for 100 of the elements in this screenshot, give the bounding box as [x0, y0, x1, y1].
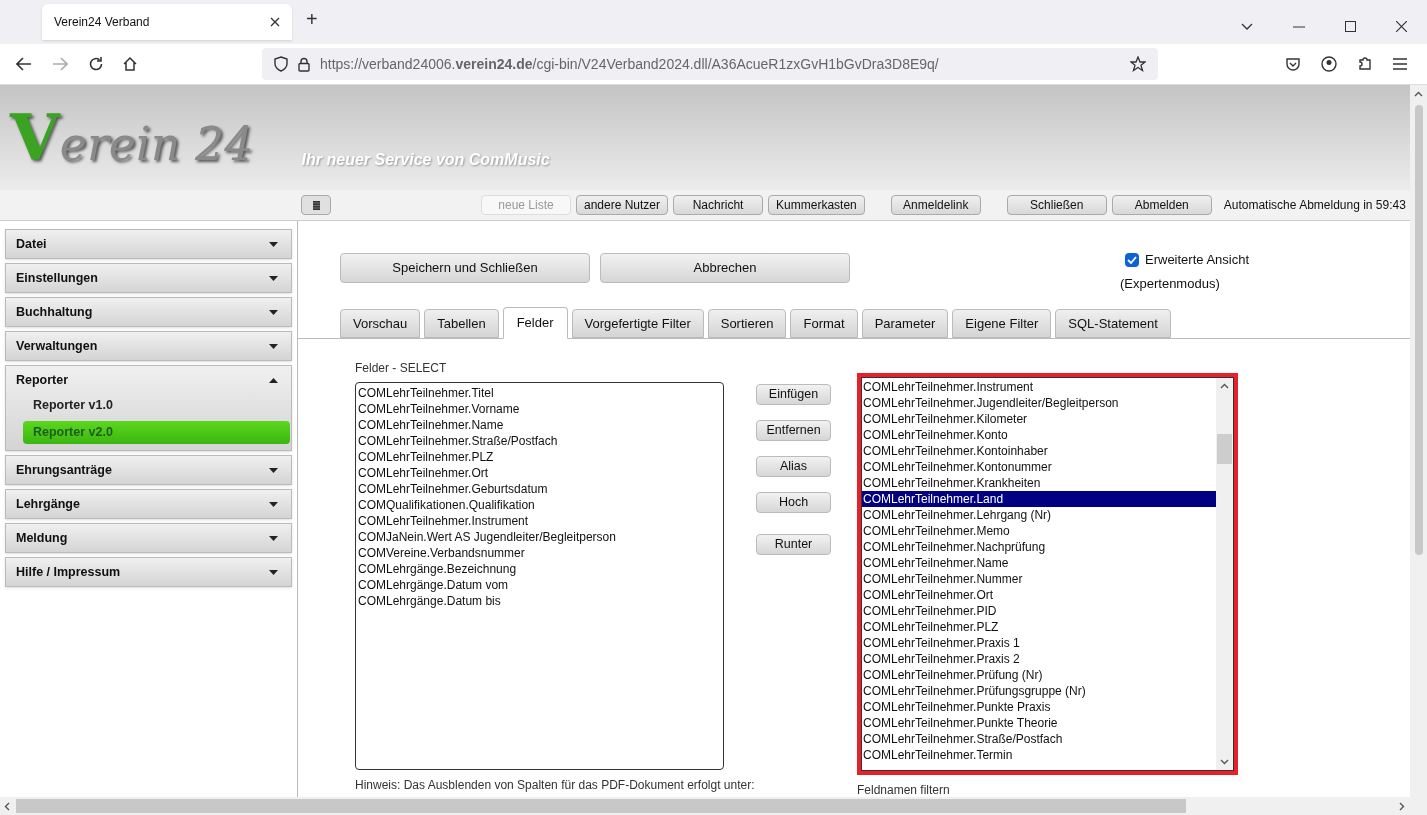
list-option[interactable]: COMLehrTeilnehmer.PLZ [358, 449, 721, 465]
address-bar[interactable]: https://verband24006.verein24.de/cgi-bin/V24Verband2024.dll/A36AcueR1zxGvH1bGvDra3D8E9q/ [262, 48, 1158, 80]
sidebar-section[interactable]: Hilfe / Impressum [6, 558, 291, 586]
star-icon[interactable] [1130, 56, 1146, 72]
list-option[interactable]: COMLehrTeilnehmer.Jugendleiter/Begleitperson [862, 395, 1216, 411]
minimize-icon[interactable] [1293, 25, 1305, 28]
list-option[interactable]: COMLehrTeilnehmer.Memo [862, 523, 1216, 539]
available-fields-list[interactable] [857, 373, 1238, 775]
toolbar-button[interactable]: Schließen [1006, 195, 1107, 215]
scroll-right-icon[interactable] [1399, 801, 1405, 811]
scroll-thumb[interactable] [1414, 105, 1423, 555]
sidebar-section[interactable]: Meldung [6, 524, 291, 552]
toolbar-button[interactable]: Kummerkasten [768, 195, 865, 215]
field-button[interactable]: Runter [756, 534, 831, 555]
tab[interactable]: Vorschau [340, 309, 421, 338]
list-option[interactable]: COMLehrTeilnehmer.Punkte Theorie [862, 715, 1216, 731]
list-option[interactable]: COMLehrTeilnehmer.Lehrgang (Nr) [862, 507, 1216, 523]
list-option[interactable]: COMLehrTeilnehmer.Straße/Postfach [358, 433, 721, 449]
horizontal-scrollbar[interactable] [0, 797, 1427, 815]
list-option[interactable]: COMLehrTeilnehmer.Nachprüfung [862, 539, 1216, 555]
list-option[interactable]: COMLehrgänge.Datum vom [358, 577, 721, 593]
reload-icon[interactable] [88, 56, 104, 72]
new-tab-button[interactable]: + [306, 4, 318, 34]
list-option[interactable]: COMLehrTeilnehmer.Praxis 1 [862, 635, 1216, 651]
list-option[interactable]: COMLehrTeilnehmer.Land [862, 491, 1216, 507]
list-option[interactable]: COMLehrTeilnehmer.Praxis 2 [862, 651, 1216, 667]
list-option[interactable]: COMLehrTeilnehmer.Kontoinhaber [862, 443, 1216, 459]
sidebar-section[interactable]: Verwaltungen [6, 332, 291, 360]
close-icon[interactable] [1396, 21, 1407, 32]
browser-tab[interactable]: Verein24 Verband [42, 4, 292, 40]
puzzle-icon[interactable] [1357, 56, 1373, 72]
list-option[interactable]: COMLehrgänge.Bezeichnung [358, 561, 721, 577]
list-option[interactable]: COMLehrTeilnehmer.Geburtsdatum [358, 481, 721, 497]
scroll-up-icon[interactable] [1220, 383, 1229, 389]
list-option[interactable]: COMLehrTeilnehmer.Ort [358, 465, 721, 481]
page-scrollbar[interactable] [1410, 85, 1427, 797]
tab[interactable]: Parameter [861, 309, 949, 338]
list-option[interactable]: COMLehrTeilnehmer.Prüfungsgruppe (Nr) [862, 683, 1216, 699]
tab[interactable]: Tabellen [424, 309, 499, 338]
field-button[interactable]: Hoch [756, 492, 831, 513]
list-option[interactable]: COMQualifikationen.Qualifikation [358, 497, 721, 513]
cancel-button[interactable]: Abbrechen [600, 253, 850, 283]
sidebar-section[interactable]: Einstellungen [6, 264, 291, 292]
pocket-icon[interactable] [1285, 56, 1301, 72]
list-option[interactable]: COMLehrTeilnehmer.Krankheiten [862, 475, 1216, 491]
sidebar-section[interactable]: Lehrgänge [6, 490, 291, 518]
menu-icon[interactable] [1393, 58, 1407, 70]
list-option[interactable]: COMLehrTeilnehmer.Termin [862, 747, 1216, 763]
sidebar-section[interactable]: Datei [6, 230, 291, 258]
scroll-left-icon[interactable] [4, 801, 10, 811]
list-option[interactable]: COMLehrTeilnehmer.Punkte Praxis [862, 699, 1216, 715]
list-option[interactable]: COMLehrTeilnehmer.Konto [862, 427, 1216, 443]
list-option[interactable]: COMLehrTeilnehmer.Ort [862, 587, 1216, 603]
list-option[interactable]: COMLehrTeilnehmer.PLZ [862, 619, 1216, 635]
list-option[interactable]: COMLehrTeilnehmer.Titel [358, 385, 721, 401]
sidebar-item[interactable]: Reporter v1.0 [23, 394, 290, 417]
scroll-thumb[interactable] [16, 799, 1186, 813]
account-icon[interactable] [1321, 56, 1337, 72]
home-icon[interactable] [122, 56, 138, 72]
sidebar-section[interactable]: Reporter [6, 366, 291, 394]
toolbar-button[interactable]: andere Nutzer [576, 195, 669, 215]
list-option[interactable]: COMLehrTeilnehmer.Vorname [358, 401, 721, 417]
tab[interactable]: Vorgefertigte Filter [571, 309, 704, 338]
tab[interactable]: Format [790, 309, 858, 338]
list-option[interactable]: COMLehrTeilnehmer.Prüfung (Nr) [862, 667, 1216, 683]
toolbar-button[interactable]: Nachricht [673, 195, 764, 215]
list-option[interactable]: COMLehrTeilnehmer.Instrument [862, 379, 1216, 395]
toolbar-button[interactable]: Anmeldelink [890, 195, 981, 215]
tab[interactable]: Eigene Filter [952, 309, 1052, 338]
scrollbar[interactable] [1216, 378, 1233, 770]
field-button[interactable]: Alias [756, 456, 831, 477]
list-icon-button[interactable] [301, 195, 331, 215]
list-option[interactable]: COMLehrTeilnehmer.PID [862, 603, 1216, 619]
tab[interactable]: Felder [502, 307, 568, 339]
close-icon[interactable] [270, 17, 280, 27]
maximize-icon[interactable] [1345, 21, 1356, 32]
sidebar-section[interactable]: Buchhaltung [6, 298, 291, 326]
selected-fields-list[interactable] [355, 382, 724, 770]
back-arrow-icon[interactable] [16, 57, 32, 71]
toolbar-button[interactable]: Abmelden [1111, 195, 1212, 215]
list-option[interactable]: COMLehrTeilnehmer.Straße/Postfach [862, 731, 1216, 747]
save-close-button[interactable]: Speichern und Schließen [340, 253, 590, 283]
list-option[interactable]: COMLehrTeilnehmer.Instrument [358, 513, 721, 529]
list-option[interactable]: COMLehrTeilnehmer.Name [862, 555, 1216, 571]
list-option[interactable]: COMLehrgänge.Datum bis [358, 593, 721, 609]
list-option[interactable]: COMJaNein.Wert AS Jugendleiter/Begleitperson [358, 529, 721, 545]
chevron-down-icon[interactable] [1241, 22, 1253, 31]
tab[interactable]: Sortieren [707, 309, 787, 338]
list-option[interactable]: COMLehrTeilnehmer.Kilometer [862, 411, 1216, 427]
field-button[interactable]: Entfernen [756, 420, 831, 441]
scroll-thumb[interactable] [1217, 434, 1232, 464]
sidebar-section[interactable]: Ehrungsanträge [6, 456, 291, 484]
scroll-down-icon[interactable] [1220, 759, 1229, 765]
scroll-up-icon[interactable] [1414, 91, 1423, 97]
checkbox[interactable] [1125, 252, 1139, 267]
list-option[interactable]: COMLehrTeilnehmer.Kontonummer [862, 459, 1216, 475]
sidebar-item[interactable]: Reporter v2.0 [23, 421, 290, 444]
tab[interactable]: SQL-Statement [1055, 309, 1171, 338]
list-option[interactable]: COMVereine.Verbandsnummer [358, 545, 721, 561]
list-option[interactable]: COMLehrTeilnehmer.Name [358, 417, 721, 433]
